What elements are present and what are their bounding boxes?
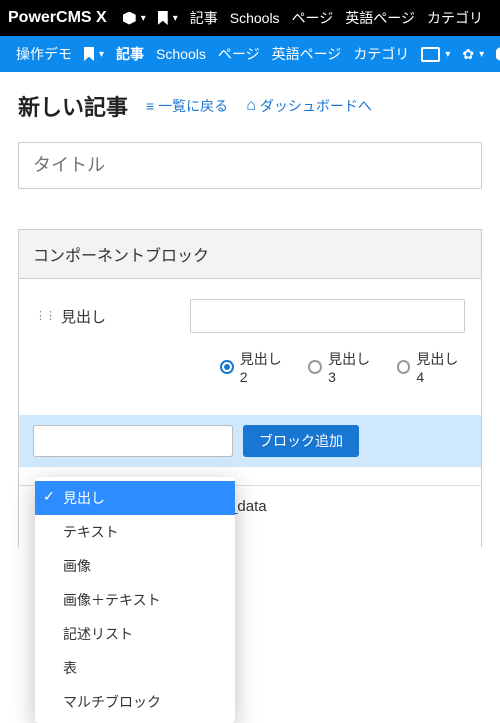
drag-handle-icon[interactable]: ⋮⋮: [35, 311, 55, 322]
brand[interactable]: PowerCMS X: [8, 9, 107, 27]
panel-heading: コンポーネントブロック: [19, 230, 481, 279]
dropdown-option[interactable]: 記述リスト: [35, 617, 235, 651]
workspace-name[interactable]: 操作デモ: [16, 44, 72, 64]
screen-icon[interactable]: [421, 47, 450, 62]
component-panel: コンポーネントブロック ⋮⋮見出し 見出し2 見出し3 見出し4 ブロック追加 …: [18, 229, 482, 547]
heading-text-input[interactable]: [190, 299, 465, 333]
bluenav-item[interactable]: 英語ページ: [272, 44, 342, 64]
back-to-list-link[interactable]: 一覧に戻る: [146, 96, 228, 116]
list-icon: [146, 98, 154, 114]
radio-h4[interactable]: 見出し4: [397, 349, 465, 385]
topnav-item[interactable]: 記事: [190, 8, 218, 28]
action-strip: ブロック追加: [19, 415, 481, 467]
topnav-item[interactable]: ページ: [292, 8, 334, 28]
radio-h3[interactable]: 見出し3: [308, 349, 376, 385]
dashboard-link[interactable]: ダッシュボードへ: [246, 96, 372, 116]
database-icon[interactable]: [496, 47, 500, 61]
radio-dot-icon: [308, 360, 322, 374]
cube-icon[interactable]: [123, 12, 146, 25]
panel-body: ⋮⋮見出し 見出し2 見出し3 見出し4 ブロック追加 "Heading","t…: [19, 279, 481, 547]
bookmark-icon[interactable]: [158, 11, 178, 25]
bookmark-icon[interactable]: [84, 47, 104, 61]
dropdown-option[interactable]: 表: [35, 651, 235, 685]
bluenav-item[interactable]: ページ: [218, 44, 260, 64]
block-type-dropdown: 見出し テキスト 画像 画像＋テキスト 記述リスト 表 マルチブロック: [35, 477, 235, 723]
radio-dot-icon: [220, 360, 234, 374]
bluenav-item[interactable]: 記事: [116, 44, 144, 64]
block-row: ⋮⋮見出し: [35, 299, 465, 333]
dropdown-option[interactable]: マルチブロック: [35, 685, 235, 719]
dropdown-option[interactable]: 画像: [35, 549, 235, 583]
topnav-item[interactable]: 英語ページ: [345, 8, 415, 28]
row-label: ⋮⋮見出し: [35, 306, 190, 327]
gear-icon[interactable]: [462, 46, 484, 63]
dropdown-option[interactable]: 画像＋テキスト: [35, 583, 235, 617]
topnav-item[interactable]: カテゴリ: [427, 8, 483, 28]
radio-dot-icon: [397, 360, 411, 374]
block-type-select[interactable]: [33, 425, 233, 457]
bluenav-item[interactable]: Schools: [156, 46, 206, 62]
heading-level-radios: 見出し2 見出し3 見出し4: [220, 349, 465, 385]
bluenav-item[interactable]: カテゴリ: [353, 44, 409, 64]
topnav-item[interactable]: Schools: [230, 10, 280, 26]
page-title: 新しい記事: [18, 90, 128, 122]
add-block-button[interactable]: ブロック追加: [243, 425, 359, 457]
dropdown-option[interactable]: 見出し: [35, 481, 235, 515]
title-input[interactable]: [18, 142, 482, 189]
page-body: 新しい記事 一覧に戻る ダッシュボードへ コンポーネントブロック ⋮⋮見出し 見…: [0, 72, 500, 547]
dropdown-option[interactable]: テキスト: [35, 515, 235, 549]
workspace-nav: 操作デモ 記事 Schools ページ 英語ページ カテゴリ: [0, 36, 500, 72]
page-header: 新しい記事 一覧に戻る ダッシュボードへ: [18, 90, 482, 122]
home-icon: [246, 97, 256, 115]
top-nav: PowerCMS X 記事 Schools ページ 英語ページ カテゴリ: [0, 0, 500, 36]
radio-h2[interactable]: 見出し2: [220, 349, 288, 385]
